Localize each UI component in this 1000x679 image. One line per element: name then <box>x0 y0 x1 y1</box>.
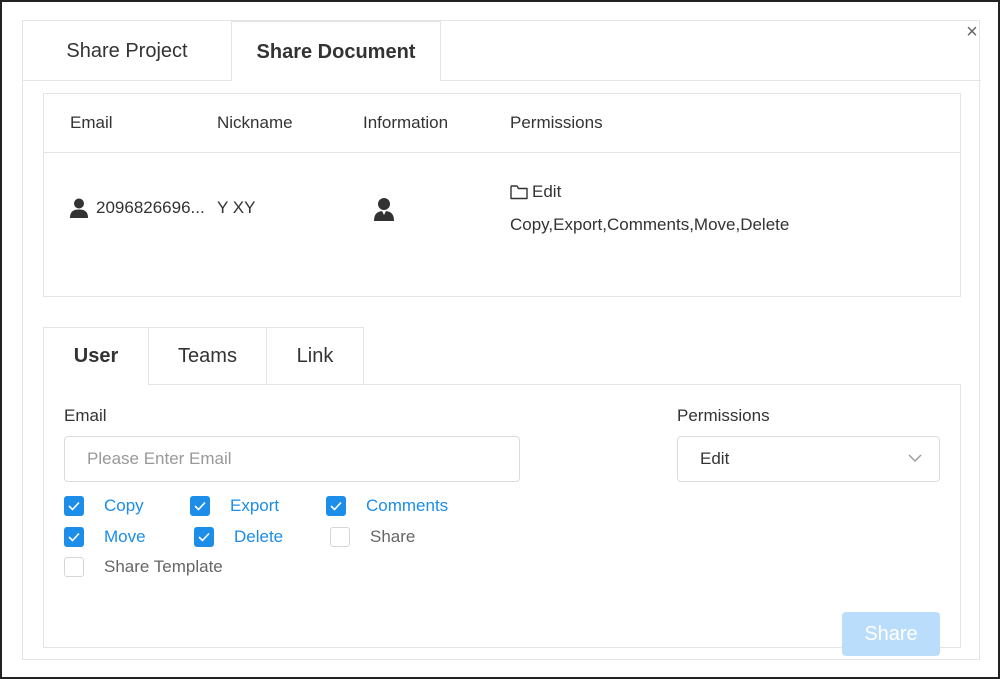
profile-icon[interactable] <box>373 197 395 221</box>
share-dialog-frame: × Share Project Share Document Email Nic… <box>0 0 1000 679</box>
share-template-checkbox[interactable]: Share Template <box>64 557 254 579</box>
share-template-checkbox-label: Share Template <box>104 557 223 576</box>
permissions-label: Permissions <box>677 406 770 425</box>
move-checkbox[interactable]: Move <box>64 527 174 549</box>
tab-link[interactable]: Link <box>266 327 364 385</box>
header-email: Email <box>70 113 113 132</box>
row-nickname: Y XY <box>217 198 256 217</box>
header-information: Information <box>363 113 449 132</box>
check-icon <box>194 527 214 547</box>
tab-divider <box>441 80 981 81</box>
delete-checkbox[interactable]: Delete <box>194 527 314 549</box>
permissions-select-value: Edit <box>700 449 730 468</box>
shared-users-table: Email Nickname Information Permissions 2… <box>43 93 961 297</box>
check-icon <box>190 496 210 516</box>
check-icon <box>64 496 84 516</box>
chevron-down-icon <box>908 454 922 462</box>
share-checkbox-label: Share <box>370 527 416 546</box>
header-nickname: Nickname <box>217 113 293 132</box>
row-email: 2096826696... <box>96 198 205 217</box>
share-type-tab-bar: User Teams Link <box>43 327 961 385</box>
share-checkbox[interactable]: Share <box>330 527 440 549</box>
copy-checkbox[interactable]: Copy <box>64 496 174 518</box>
table-header: Email Nickname Information Permissions <box>44 94 960 153</box>
export-checkbox-label: Export <box>230 496 280 515</box>
folder-icon <box>510 185 528 200</box>
export-checkbox[interactable]: Export <box>190 496 310 518</box>
copy-checkbox-label: Copy <box>104 496 144 515</box>
email-input[interactable] <box>64 436 520 482</box>
share-button[interactable]: Share <box>842 612 940 656</box>
permissions-select[interactable]: Edit <box>677 436 940 482</box>
share-modal: Share Project Share Document Email Nickn… <box>22 20 981 660</box>
user-icon <box>70 198 88 218</box>
tab-share-project[interactable]: Share Project <box>23 21 232 81</box>
check-icon <box>326 496 346 516</box>
row-permission-list: Copy,Export,Comments,Move,Delete <box>510 215 790 234</box>
tab-share-document[interactable]: Share Document <box>232 21 441 81</box>
comments-checkbox-label: Comments <box>366 496 449 515</box>
top-tab-bar: Share Project Share Document <box>23 21 981 81</box>
header-permissions: Permissions <box>510 113 603 132</box>
move-checkbox-label: Move <box>104 527 146 546</box>
tab-teams[interactable]: Teams <box>148 327 266 385</box>
check-icon <box>64 527 84 547</box>
delete-checkbox-label: Delete <box>234 527 284 546</box>
user-share-form: Email Permissions Edit Copy Expo <box>43 384 961 656</box>
email-label: Email <box>64 406 107 425</box>
row-permission-mode: Edit <box>532 182 562 201</box>
tab-user[interactable]: User <box>43 327 148 385</box>
comments-checkbox[interactable]: Comments <box>326 496 476 518</box>
